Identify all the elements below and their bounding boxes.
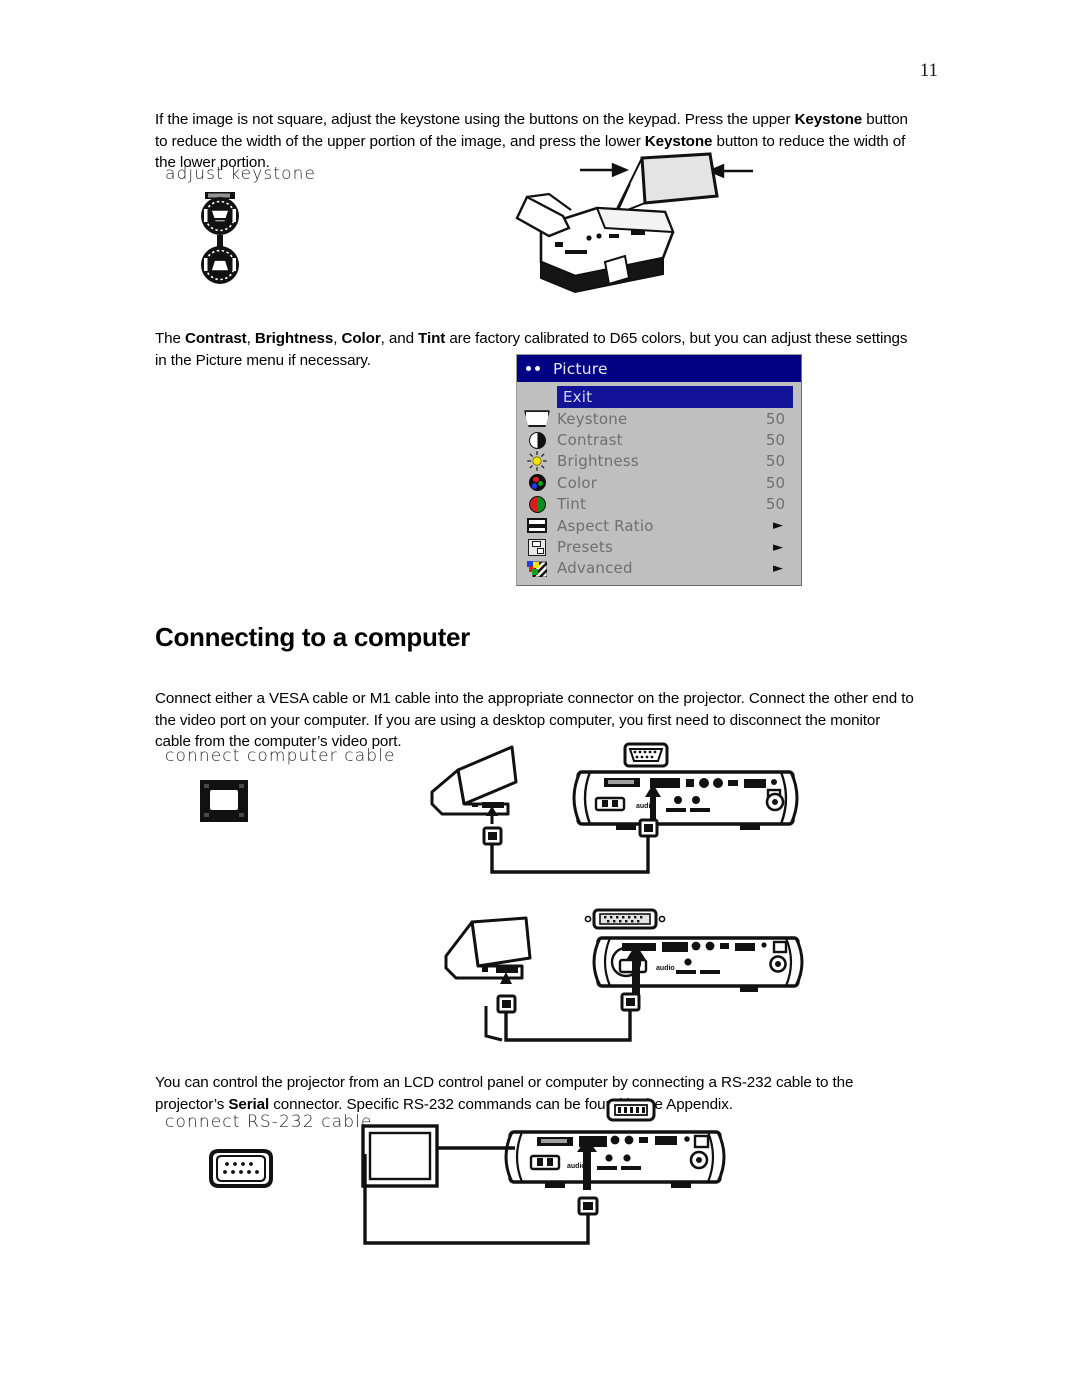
osd-item-value: 50 [765, 473, 785, 492]
osd-item-tint[interactable]: Tint 50 [517, 494, 801, 515]
page-title: Connecting to a computer [155, 622, 470, 653]
presets-icon [517, 538, 557, 556]
submenu-arrow-icon: ► [773, 539, 783, 555]
osd-item-value: 50 [765, 452, 785, 471]
osd-item-aspect-ratio[interactable]: Aspect Ratio ► [517, 515, 801, 536]
submenu-arrow-icon: ► [773, 560, 783, 576]
osd-item-brightness[interactable]: Brightness 50 [517, 451, 801, 472]
osd-item-label: Color [557, 473, 598, 492]
osd-item-label: Presets [557, 538, 613, 557]
svg-text:audio: audio [656, 965, 675, 972]
computer-connection-diagram-m1: audio [444, 908, 804, 1042]
bold-tint: Tint [418, 330, 446, 348]
bold-serial: Serial [228, 1095, 270, 1113]
keystone-icon [517, 410, 557, 428]
osd-item-contrast[interactable]: Contrast 50 [517, 429, 801, 450]
osd-item-value: 50 [765, 431, 785, 450]
osd-item-label: Tint [557, 495, 587, 514]
osd-item-exit[interactable]: Exit [557, 386, 793, 408]
color-icon [517, 474, 557, 492]
dsub9-connector-icon [209, 1149, 273, 1188]
osd-item-color[interactable]: Color 50 [517, 472, 801, 493]
rs232-connection-diagram: audio [361, 1098, 726, 1245]
menu-dots-icon [526, 366, 548, 371]
m1-connector-icon [200, 780, 248, 822]
computer-connection-diagram-vesa: audio [430, 742, 799, 874]
document-page: 11 If the image is not square, adjust th… [0, 0, 1080, 1397]
contrast-icon [517, 431, 557, 449]
osd-item-label: Aspect Ratio [557, 516, 654, 535]
osd-item-label: Advanced [557, 559, 633, 578]
aspect-ratio-icon [517, 518, 557, 534]
osd-item-label: Exit [563, 388, 593, 406]
osd-item-keystone[interactable]: Keystone 50 [517, 408, 801, 429]
osd-title-label: Picture [553, 359, 608, 378]
submenu-arrow-icon: ► [773, 518, 783, 534]
osd-item-label: Brightness [557, 452, 639, 471]
brightness-icon [517, 451, 557, 472]
osd-item-presets[interactable]: Presets ► [517, 536, 801, 557]
osd-item-label: Keystone [557, 409, 628, 428]
text-segment: The [155, 330, 185, 348]
text-segment: If the image is not square, adjust the k… [155, 111, 795, 129]
osd-item-value: 50 [765, 409, 785, 428]
bold-brightness: Brightness [254, 330, 334, 348]
caption-adjust-keystone: adjust keystone [165, 164, 317, 184]
keypad-keystone-buttons-art [201, 192, 239, 284]
bold-color: Color [341, 330, 381, 348]
osd-item-label: Contrast [557, 431, 623, 450]
projector-keystone-illustration [515, 152, 753, 294]
advanced-icon [517, 560, 557, 577]
caption-connect-rs232-cable: connect RS-232 cable [165, 1112, 373, 1132]
text-segment: , and [380, 330, 419, 348]
osd-title-bar: Picture [517, 355, 801, 382]
osd-row-list: Exit Keystone 50 Contrast 50 Brightness … [517, 382, 801, 586]
picture-osd-menu[interactable]: Picture Exit Keystone 50 Contrast 50 Bri… [516, 354, 802, 587]
osd-item-value: 50 [765, 495, 785, 514]
text-segment: , [246, 330, 255, 348]
bold-contrast: Contrast [185, 330, 247, 348]
tint-icon [517, 495, 557, 513]
osd-item-advanced[interactable]: Advanced ► [517, 558, 801, 579]
bold-keystone-2: Keystone [644, 132, 713, 150]
page-number: 11 [919, 60, 938, 81]
svg-text:audio: audio [567, 1163, 586, 1170]
caption-connect-computer-cable: connect computer cable [165, 746, 396, 766]
bold-keystone-1: Keystone [794, 111, 863, 129]
